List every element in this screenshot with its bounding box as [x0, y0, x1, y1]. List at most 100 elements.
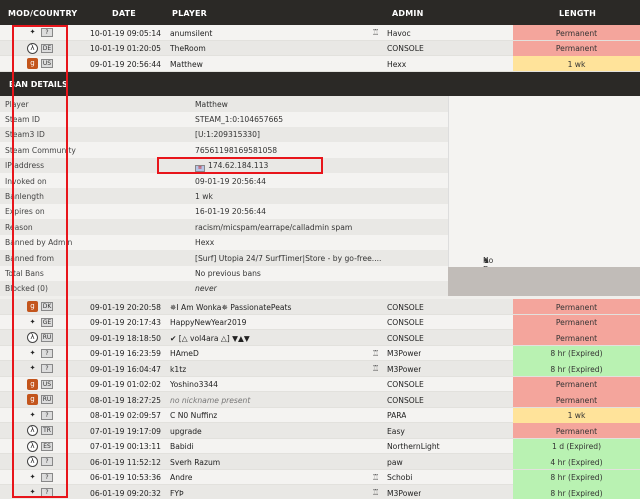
detail-value: [Surf] Utopia 24/7 SurfTimer|Store - by …	[195, 253, 382, 263]
ban-length: Permanent	[513, 40, 640, 56]
ban-date: 10-01-19 01:20:05	[90, 44, 161, 54]
ban-length: Permanent	[513, 330, 640, 345]
detail-value: never	[195, 284, 217, 294]
player-name: Yoshino3344	[170, 380, 218, 389]
table-row[interactable]: ✦? 10-01-19 09:05:14 anumsilent ♖ Havoc Perma…	[0, 25, 640, 41]
col-length[interactable]: LENGTH	[559, 9, 596, 18]
player-name: no nickname present	[170, 395, 251, 405]
col-admin[interactable]: ADMIN	[392, 9, 423, 18]
admin-name: Schobi	[387, 473, 413, 482]
player-name: ✔ [△ vol4ara △] ▼▲▼	[170, 333, 250, 343]
ban-date: 09-01-19 16:23:59	[90, 349, 161, 358]
table-row[interactable]: ✦? 09-01-19 16:04:47 k1tz ♖ M3Power 8 hr (Exp…	[0, 361, 640, 377]
ban-date: 09-01-19 20:56:44	[90, 59, 161, 69]
player-name: k1tz	[170, 364, 187, 374]
admin-rank-icon: ♖	[372, 28, 380, 37]
table-row[interactable]: ✦? 06-01-19 10:53:36 Andre ♖ Schobi 8 hr (Exp…	[0, 469, 640, 485]
ban-length: Permanent	[513, 299, 640, 314]
admin-name: CONSOLE	[387, 395, 424, 405]
table-row[interactable]: g US 09-01-19 01:02:02 Yoshino3344 CONSOLE Pe…	[0, 376, 640, 392]
ban-length: 1 wk	[513, 56, 640, 72]
admin-name: Easy	[387, 426, 405, 436]
col-date[interactable]: DATE	[112, 9, 136, 18]
table-row[interactable]: λ RU 09-01-19 18:18:50 ✔ [△ vol4ara △] ▼▲▼ C…	[0, 330, 640, 346]
highlight-ip-address	[157, 157, 323, 174]
admin-name: CONSOLE	[387, 44, 424, 54]
player-name: anumsilent	[170, 28, 213, 38]
ban-length: 1 wk	[513, 407, 640, 423]
player-name: upgrade	[170, 426, 202, 436]
detail-value: STEAM_1:0:104657665	[195, 114, 284, 124]
ban-length: Permanent	[513, 25, 640, 40]
ban-length: 8 hr (Expired)	[513, 361, 640, 376]
table-row[interactable]: ✦? 09-01-19 16:23:59 HAmeD ♖ M3Power 8 hr (Ex…	[0, 345, 640, 361]
admin-name: CONSOLE	[387, 318, 424, 327]
admin-rank-icon: ♖	[372, 364, 380, 373]
player-name: FYÞ	[170, 488, 184, 498]
detail-value: 09-01-19 20:56:44	[195, 176, 266, 186]
ban-date: 10-01-19 09:05:14	[90, 28, 161, 38]
ban-date: 06-01-19 11:52:12	[90, 457, 161, 467]
ban-details-header: BAN DETAILS	[0, 72, 640, 96]
ban-length: Permanent	[513, 314, 640, 330]
ban-length: Permanent	[513, 423, 640, 438]
table-row[interactable]: λ DE 10-01-19 01:20:05 TheRoom CONSOLE Perman…	[0, 40, 640, 57]
table-row[interactable]: ✦? 08-01-19 02:09:57 C N0 Nuffinz PARA 1 wk	[0, 407, 640, 423]
admin-name: CONSOLE	[387, 380, 424, 389]
ban-date: 09-01-19 16:04:47	[90, 364, 161, 374]
ban-length: 4 hr (Expired)	[513, 454, 640, 469]
admin-name: M3Power	[387, 488, 422, 498]
highlight-mod-country-column	[12, 25, 68, 498]
ban-length: 1 d (Expired)	[513, 438, 640, 454]
player-name: Sverh Razum	[170, 457, 221, 467]
admin-name: NorthernLight	[387, 442, 440, 451]
player-name: TheRoom	[170, 44, 206, 54]
admin-name: Hexx	[387, 59, 407, 69]
table-row[interactable]: λ TR 07-01-19 19:17:09 upgrade Easy Permanent	[0, 423, 640, 439]
player-name: HAmeD	[170, 349, 199, 358]
ban-length: 8 hr (Expired)	[513, 469, 640, 485]
ban-length: 8 hr (Expired)	[513, 345, 640, 361]
demo-panel: ♞ No Demos	[448, 96, 640, 274]
detail-value: No previous bans	[195, 268, 261, 278]
ban-length: Permanent	[513, 392, 640, 407]
col-player[interactable]: PLAYER	[172, 9, 207, 18]
detail-value: Matthew	[195, 99, 228, 109]
table-row[interactable]: g RU 08-01-19 18:27:25 no nickname present C…	[0, 392, 640, 408]
player-name: C N0 Nuffinz	[170, 411, 218, 420]
col-mod-country[interactable]: MOD/COUNTRY	[8, 9, 77, 18]
table-row[interactable]: ✦ GE 09-01-19 20:17:43 HappyNewYear2019 CONS…	[0, 314, 640, 330]
ban-date: 09-01-19 20:20:58	[90, 302, 161, 312]
admin-name: CONSOLE	[387, 333, 424, 343]
ban-date: 08-01-19 02:09:57	[90, 411, 161, 420]
table-row[interactable]: g DK 09-01-19 20:20:58 ✵I Am Wonka✵ Passion…	[0, 299, 640, 315]
detail-value[interactable]: 76561198169581058	[195, 146, 277, 155]
player-name: HappyNewYear2019	[170, 318, 247, 327]
detail-value: 16-01-19 20:56:44	[195, 207, 266, 217]
admin-name: M3Power	[387, 364, 422, 374]
detail-value: racism/micspam/earrape/calladmin spam	[195, 222, 353, 232]
ban-length: Permanent	[513, 376, 640, 392]
player-name: Babidi	[170, 442, 194, 451]
admin-name: Havoc	[387, 28, 411, 38]
player-name: Andre	[170, 473, 193, 482]
admin-rank-icon: ♖	[372, 488, 380, 497]
ban-date: 09-01-19 18:18:50	[90, 333, 161, 343]
ban-date: 08-01-19 18:27:25	[90, 395, 161, 405]
admin-name: PARA	[387, 411, 407, 420]
table-row[interactable]: λ? 06-01-19 11:52:12 Sverh Razum paw 4 hr (E…	[0, 454, 640, 470]
detail-value: Hexx	[195, 238, 215, 248]
ban-date: 06-01-19 09:20:32	[90, 488, 161, 498]
table-row[interactable]: ✦? 06-01-19 09:20:32 FYÞ ♖ M3Power 8 hr (Expi…	[0, 485, 640, 499]
ban-date: 09-01-19 20:17:43	[90, 318, 161, 327]
detail-value: [U:1:209315330]	[195, 130, 260, 140]
table-header: MOD/COUNTRY DATE PLAYER ADMIN LENGTH	[0, 0, 640, 25]
admin-name: paw	[387, 457, 403, 467]
admin-name: M3Power	[387, 349, 422, 358]
table-row[interactable]: g US 09-01-19 20:56:44 Matthew Hexx 1 wk	[0, 56, 640, 72]
ban-date: 07-01-19 19:17:09	[90, 426, 161, 436]
table-row[interactable]: λ ES 07-01-19 00:13:11 Babidi NorthernLight 1…	[0, 438, 640, 454]
ban-length: 8 hr (Expired)	[513, 485, 640, 499]
player-name: ✵I Am Wonka✵ PassionatePeats	[170, 302, 292, 312]
admin-name: CONSOLE	[387, 302, 424, 312]
